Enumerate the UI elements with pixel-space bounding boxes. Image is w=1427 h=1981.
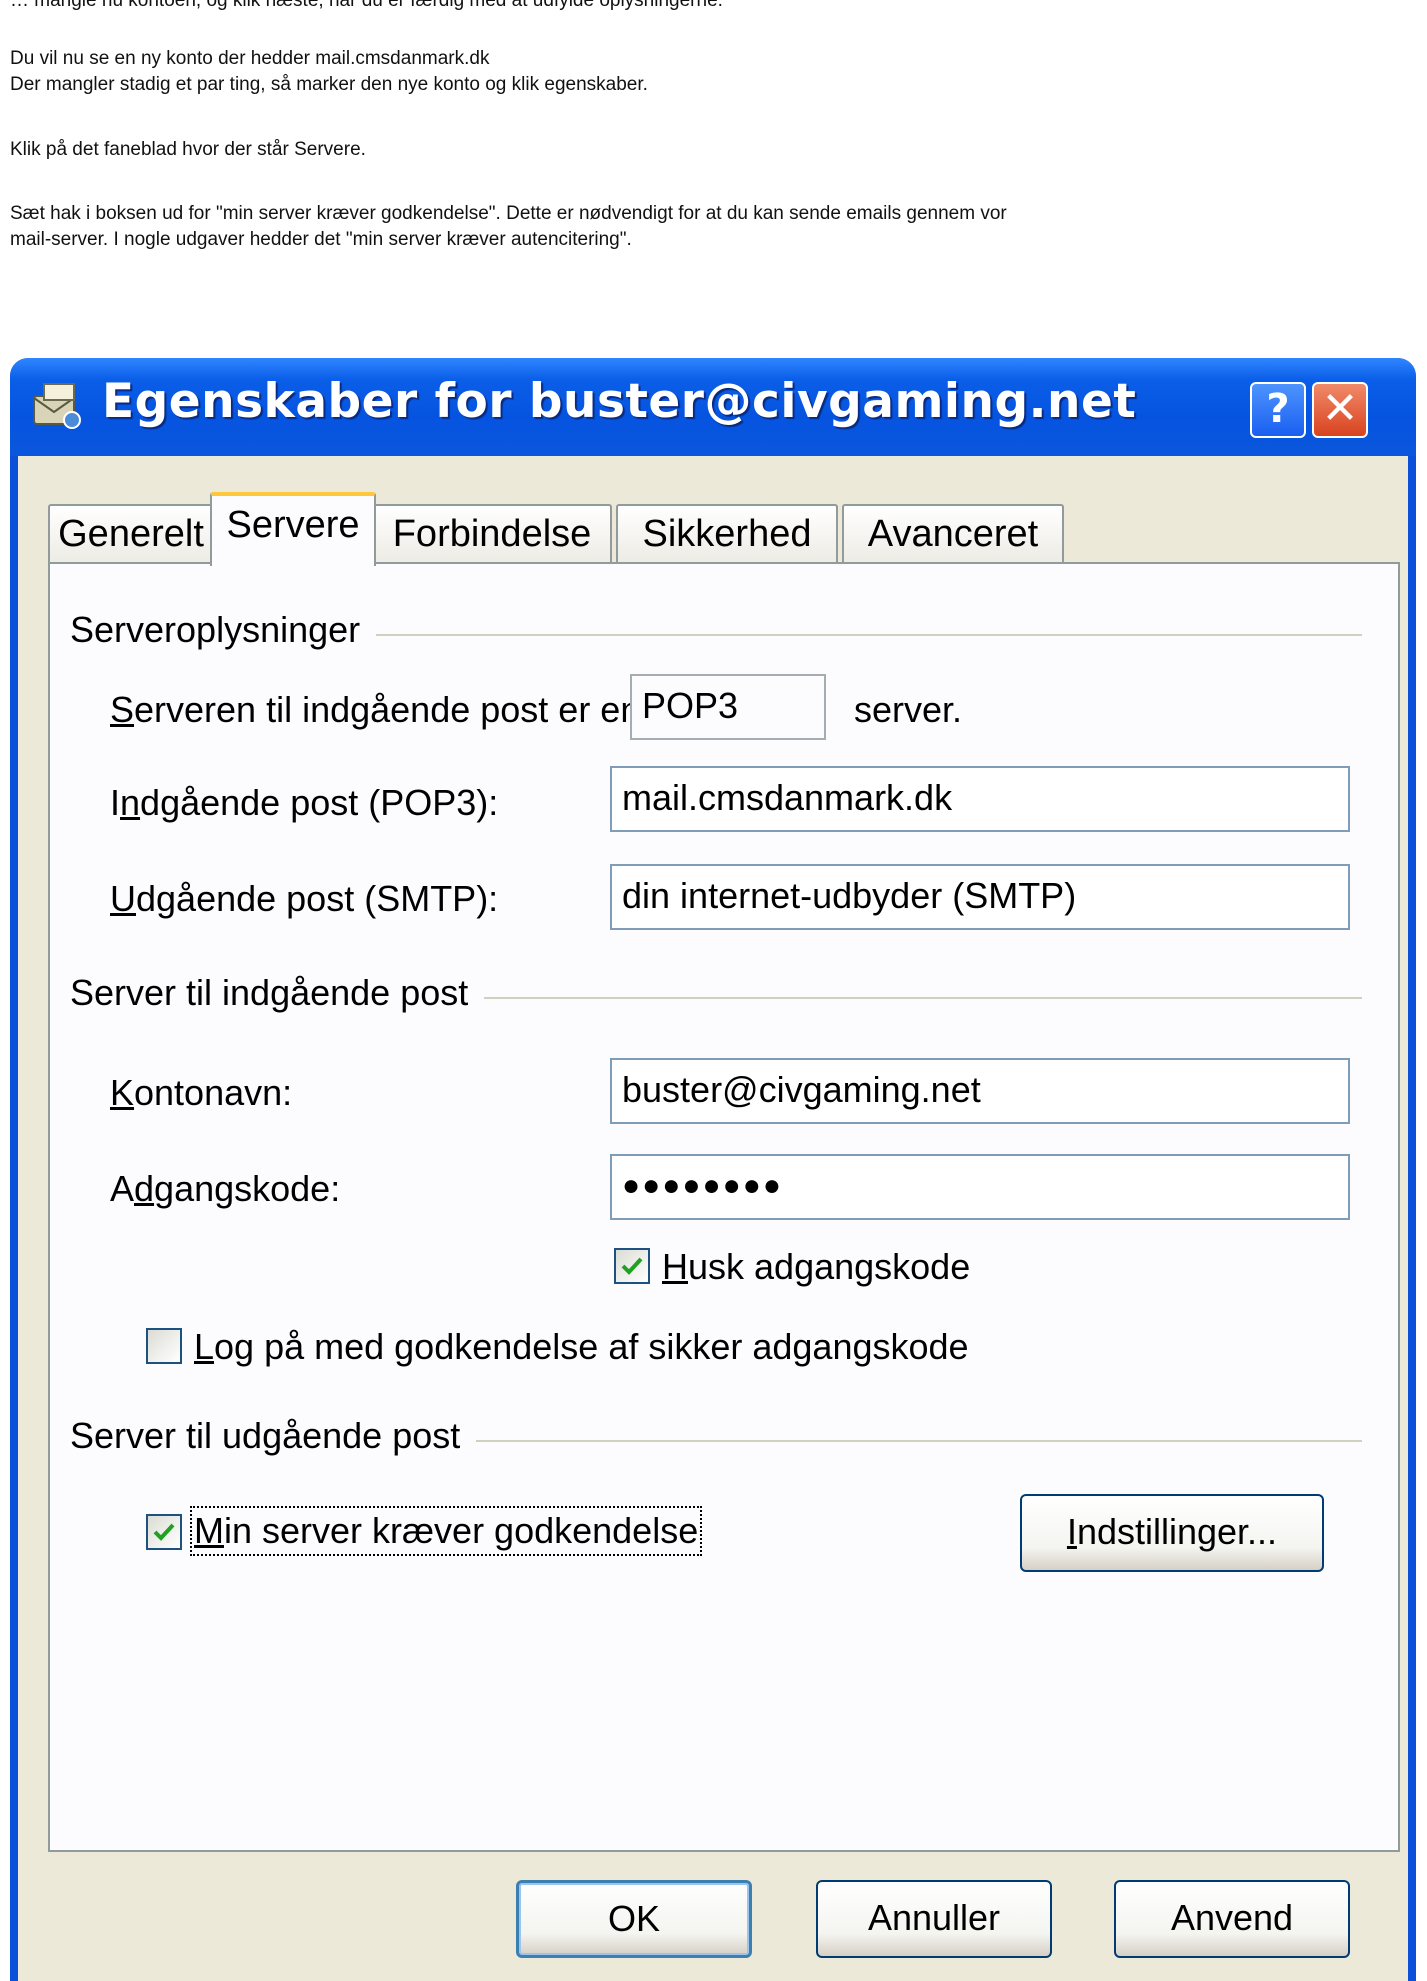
server-requires-auth-label[interactable]: Min server kræver godkendelse (189, 1506, 703, 1556)
group-label-incoming-server: Server til indgående post (70, 972, 485, 1014)
instruction-line-2: Der mangler stadig et par ting, så marke… (10, 74, 648, 95)
servers-tab-panel: Serveroplysninger Serveren til indgående… (48, 562, 1400, 1852)
remember-password-checkbox[interactable] (614, 1248, 650, 1284)
tab-servere[interactable]: Servere (210, 492, 376, 566)
outgoing-server-input[interactable]: din internet-udbyder (SMTP) (610, 864, 1350, 930)
help-icon: ? (1266, 386, 1290, 432)
incoming-type-suffix: server. (854, 689, 963, 730)
outgoing-server-label: Udgående post (SMTP): (110, 878, 499, 919)
instruction-line-3: Klik på det faneblad hvor der står Serve… (10, 139, 366, 160)
instruction-line-1: Du vil nu se en ny konto der hedder mail… (10, 48, 490, 69)
remember-password-label[interactable]: Husk adgangskode (662, 1246, 970, 1288)
mail-account-icon (30, 382, 82, 430)
help-button[interactable]: ? (1250, 382, 1306, 438)
close-icon: ✕ (1321, 383, 1359, 434)
secure-password-auth-label[interactable]: Log på med godkendelse af sikker adgangs… (194, 1326, 969, 1368)
account-name-input[interactable]: buster@civgaming.net (610, 1058, 1350, 1124)
group-label-server-info: Serveroplysninger (70, 609, 377, 651)
group-label-outgoing-server: Server til udgående post (70, 1415, 477, 1457)
server-requires-auth-checkbox[interactable] (146, 1514, 182, 1550)
tab-label: Generelt (58, 513, 204, 555)
apply-button[interactable]: Anvend (1114, 1880, 1350, 1958)
password-input[interactable]: ●●●●●●●● (610, 1154, 1350, 1220)
dialog-client-area: Generelt Servere Forbindelse Sikkerhed A… (18, 456, 1408, 1981)
dialog-title: Egenskaber for buster@civgaming.net (102, 374, 1137, 429)
checkmark-icon (621, 1257, 643, 1275)
incoming-server-label: Indgående post (POP3): (110, 782, 499, 823)
tab-label: Forbindelse (392, 513, 592, 555)
tab-forbindelse[interactable]: Forbindelse (372, 504, 612, 564)
checkmark-icon (153, 1523, 175, 1541)
secure-password-auth-checkbox[interactable] (146, 1328, 182, 1364)
tab-sikkerhed[interactable]: Sikkerhed (616, 504, 838, 564)
tab-generelt[interactable]: Generelt (48, 504, 214, 564)
title-bar[interactable]: Egenskaber for buster@civgaming.net ? ✕ (10, 358, 1416, 456)
instruction-line-4: Sæt hak i boksen ud for "min server kræv… (10, 203, 1007, 224)
account-name-label: Kontonavn: (110, 1072, 293, 1113)
outgoing-settings-button[interactable]: Indstillinger... (1020, 1494, 1324, 1572)
properties-dialog: Egenskaber for buster@civgaming.net ? ✕ … (10, 358, 1416, 1981)
cancel-button[interactable]: Annuller (816, 1880, 1052, 1958)
instruction-line-0: … mangle nu kontoen, og klik næste, når … (10, 0, 723, 11)
tab-label: Avanceret (867, 513, 1039, 555)
tab-avanceret[interactable]: Avanceret (842, 504, 1064, 564)
incoming-server-type-field: POP3 (630, 674, 826, 740)
incoming-server-input[interactable]: mail.cmsdanmark.dk (610, 766, 1350, 832)
ok-button[interactable]: OK (516, 1880, 752, 1958)
close-button[interactable]: ✕ (1312, 382, 1368, 438)
incoming-type-label: Serveren til indgående post er en (110, 689, 641, 730)
password-label: Adgangskode: (110, 1168, 341, 1209)
tab-label: Sikkerhed (642, 513, 812, 555)
tab-label: Servere (226, 504, 360, 546)
instruction-line-5: mail-server. I nogle udgaver hedder det … (10, 229, 632, 250)
